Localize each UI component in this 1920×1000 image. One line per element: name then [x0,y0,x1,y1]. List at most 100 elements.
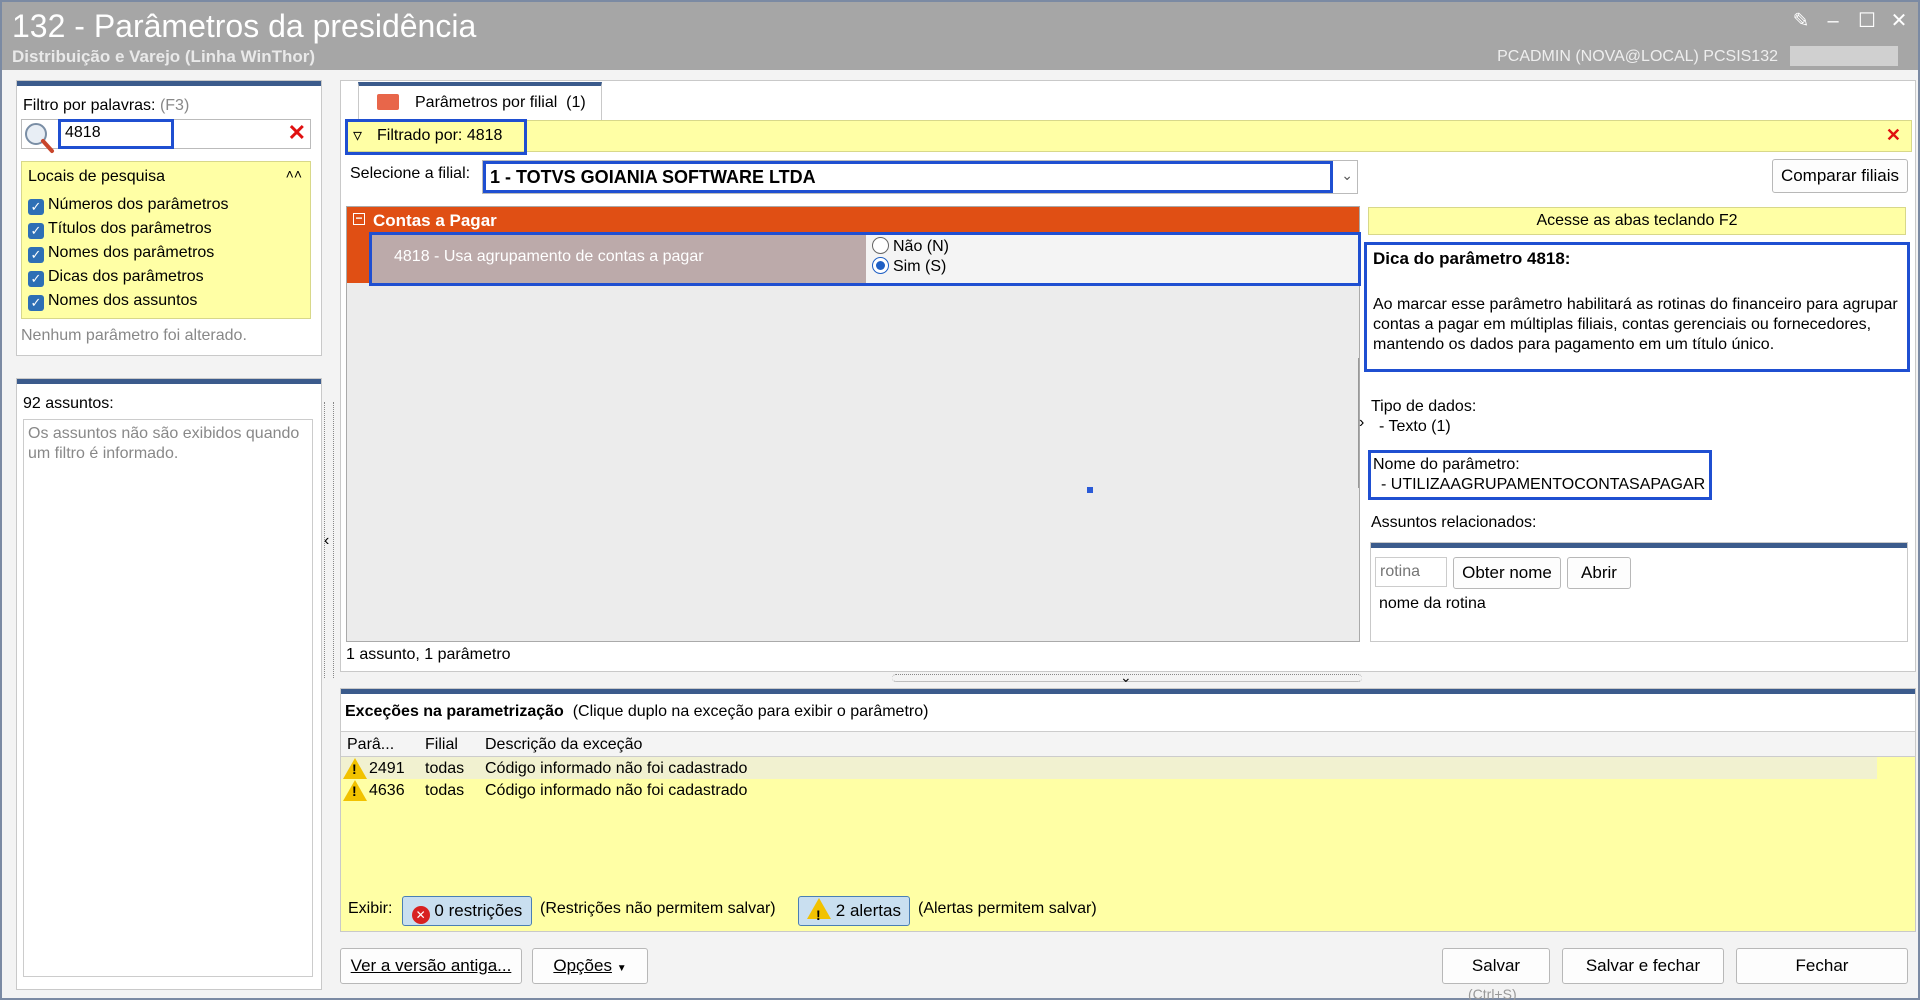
warning-icon [343,758,367,779]
show-label: Exibir: [348,900,393,917]
table-header: Parâ... Filial Descrição da exceção [341,731,1915,757]
related-subjects-label: Assuntos relacionados: [1371,514,1537,531]
search-option-label: Títulos dos parâmetros [48,220,212,237]
subjects-panel: 92 assuntos: Os assuntos não são exibido… [16,378,322,990]
hint-text: Ao marcar esse parâmetro habilitará as r… [1373,296,1898,353]
chevron-right-icon[interactable]: › [1359,414,1364,432]
table-row[interactable]: 4636 todas Código informado não foi cadast… [341,779,1877,801]
checkbox-icon[interactable]: ✓ [28,223,44,239]
checkbox-icon[interactable]: ✓ [28,247,44,263]
routine-panel: Obter nome Abrir nome da rotina [1370,542,1908,642]
close-icon[interactable]: ✕ [1886,10,1912,32]
radio-icon[interactable] [872,257,889,274]
column-header[interactable]: Filial [425,736,458,754]
search-option[interactable]: ✓ Nomes dos assuntos [28,292,229,316]
search-option[interactable]: ✓ Títulos dos parâmetros [28,220,229,244]
search-option-label: Nomes dos parâmetros [48,244,215,261]
hint-title: Dica do parâmetro 4818: [1373,249,1571,268]
chevron-left-icon[interactable]: ‹ [324,532,329,550]
search-options-list: ✓ Números dos parâmetros ✓ Títulos dos parâ… [28,196,229,316]
alerts-label: 2 alertas [835,901,901,920]
alerts-button[interactable]: 2 alertas [798,896,910,929]
app-window: 132 - Parâmetros da presidência Distribu… [0,0,1920,1000]
parameter-row[interactable]: 4818 - Usa agrupamento de contas a pagar… [369,232,1361,286]
tab-label-row: Parâmetros por filial (1) [415,94,586,112]
checkbox-icon[interactable]: ✓ [28,295,44,311]
title-bar: 132 - Parâmetros da presidência Distribu… [2,2,1918,70]
collapse-icon[interactable]: ˄˄ [286,166,302,182]
filter-shortcut: (F3) [159,97,190,114]
cell-param: 2491 [369,760,405,777]
subjects-info: Os assuntos não são exibidos quando um f… [23,419,313,977]
options-button[interactable]: Opções ▼ [532,948,648,984]
panel-accent [17,81,321,86]
collapse-group-icon[interactable]: − [353,212,365,225]
table-row[interactable]: 2491 todas Código informado não foi cadast… [341,757,1877,779]
restore-icon[interactable]: ✎ [1788,10,1814,32]
tabs-tip: Acesse as abas teclando F2 [1368,207,1906,235]
chevron-down-icon[interactable]: ⌄ [1341,167,1353,184]
search-option-label: Nomes dos assuntos [48,292,198,309]
filtered-by-text: Filtrado por: 4818 [377,127,503,144]
radio-label: Não (N) [893,238,950,255]
cell-param: 4636 [369,782,405,799]
cell-description: Código informado não foi cadastrado [485,782,748,799]
chevron-down-icon[interactable]: ⌄ [1120,669,1132,686]
user-info: PCADMIN (NOVA@LOCAL) PCSIS132 [1497,48,1778,65]
checkbox-icon[interactable]: ✓ [28,271,44,287]
folder-icon [377,94,399,110]
column-header[interactable]: Parâ... [347,736,394,754]
marker-dot [1087,487,1093,493]
cell-branch: todas [425,782,465,799]
save-close-button[interactable]: Salvar e fechar [1562,948,1724,984]
param-name-box: Nome do parâmetro: - UTILIZAAGRUPAMENTOC… [1368,450,1712,500]
data-type-label: Tipo de dados: [1371,398,1477,415]
radio-option[interactable]: Sim (S) [872,257,946,276]
save-button[interactable]: Salvar [1442,948,1550,984]
save-shortcut: (Ctrl+S) [1468,986,1517,1000]
search-option[interactable]: ✓ Números dos parâmetros [28,196,229,220]
filter-input[interactable]: 4818 [58,119,174,149]
routine-input[interactable] [1375,557,1447,587]
data-type-value: - Texto (1) [1379,418,1451,435]
open-button[interactable]: Abrir [1567,557,1631,589]
restrictions-button[interactable]: ✕ 0 restrições [402,896,532,926]
parameter-label: 4818 - Usa agrupamento de contas a pagar [372,235,866,283]
maximize-icon[interactable]: ☐ [1854,10,1880,32]
column-header[interactable]: Descrição da exceção [485,736,642,754]
radio-option[interactable]: Não (N) [872,237,949,256]
old-version-button[interactable]: Ver a versão antiga... [340,948,522,984]
compare-branches-button[interactable]: Comparar filiais [1772,159,1908,193]
get-name-button[interactable]: Obter nome [1453,557,1561,589]
remove-filter-icon[interactable]: ✕ [1886,125,1901,146]
group-title: Contas a Pagar [373,211,497,230]
window-title: 132 - Parâmetros da presidência [12,8,477,44]
exceptions-header: Exceções na parametrização (Clique duplo… [345,703,928,721]
exceptions-panel: Exceções na parametrização (Clique duplo… [340,688,1916,932]
radio-label: Sim (S) [893,258,947,275]
param-name-label: Nome do parâmetro: [1373,456,1520,473]
search-option[interactable]: ✓ Nomes dos parâmetros [28,244,229,268]
filter-label: Filtro por palavras: [23,97,156,114]
radio-icon[interactable] [872,237,889,254]
filter-panel: Filtro por palavras: (F3) 4818 ✕ Locais … [16,80,322,356]
restrictions-label: 0 restrições [434,901,523,920]
options-label: Opções [553,956,612,975]
clear-filter-icon[interactable]: ✕ [288,120,306,146]
search-option[interactable]: ✓ Dicas dos parâmetros [28,268,229,292]
group-header[interactable]: − Contas a Pagar [347,207,1359,233]
search-icon [25,123,54,153]
search-option-label: Dicas dos parâmetros [48,268,204,285]
minimize-icon[interactable]: – [1820,10,1846,32]
panel-accent [17,379,321,384]
dropdown-arrow-icon: ▼ [616,963,627,974]
branch-select[interactable]: 1 - TOTVS GOIANIA SOFTWARE LTDA ⌄ [482,160,1358,194]
filtered-by-bar: ▿ Filtrado por: 4818 ✕ [345,119,1912,155]
close-button[interactable]: Fechar [1736,948,1908,984]
filter-label-row: Filtro por palavras: (F3) [23,97,189,115]
alerts-note: (Alertas permitem salvar) [918,900,1097,917]
tab-parameters-by-branch[interactable]: Parâmetros por filial (1) [358,82,602,120]
change-status: Nenhum parâmetro foi alterado. [21,327,247,344]
checkbox-icon[interactable]: ✓ [28,199,44,215]
exceptions-hint: (Clique duplo na exceção para exibir o p… [572,703,929,720]
